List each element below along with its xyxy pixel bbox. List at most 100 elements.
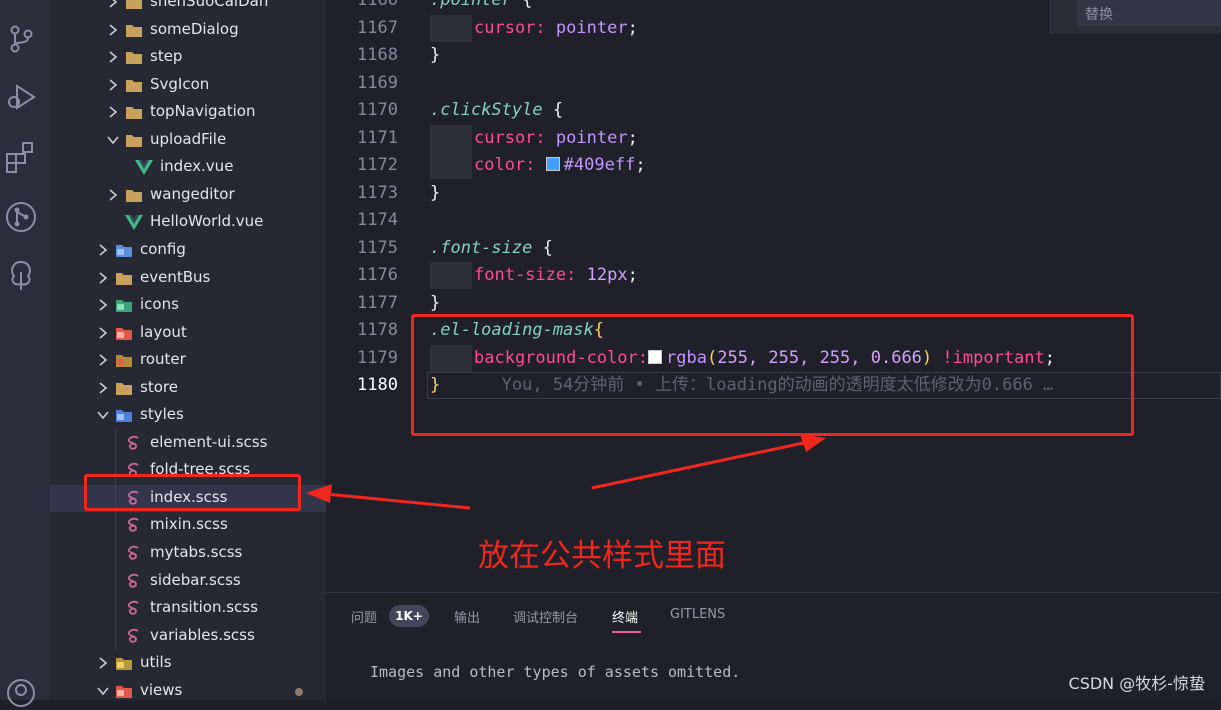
indent-marker [430, 14, 472, 42]
remote-tree-icon[interactable] [4, 258, 38, 292]
chevron-right-icon[interactable] [97, 271, 109, 284]
source-control-icon[interactable] [4, 22, 38, 56]
code-editor[interactable]: 1166 .pointer {1167 cursor: pointer; 1168} 1… [326, 0, 1221, 592]
code-token: pointer [555, 127, 628, 148]
code-token: #409eff [563, 155, 636, 176]
code-token: pointer [555, 17, 628, 38]
chevron-down-icon[interactable] [97, 685, 109, 697]
tree-item-label: step [150, 47, 183, 66]
chevron-right-icon[interactable] [107, 23, 119, 36]
chevron-right-icon[interactable] [97, 326, 109, 339]
folder-icon [116, 244, 132, 257]
tab-output[interactable]: 输出 [454, 607, 480, 626]
code-token: cursor [474, 127, 536, 148]
tree-item[interactable]: topNavigation [50, 99, 326, 126]
code-token: 12px [586, 265, 628, 286]
code-line[interactable]: 1175 .font-size { [326, 235, 1221, 262]
line-number: 1170 [357, 100, 398, 121]
tab-debug-console[interactable]: 调试控制台 [513, 607, 578, 626]
tree-item[interactable]: shenSuoCaiDan [50, 0, 326, 16]
code-token: } [430, 292, 441, 313]
explorer-panel: shenSuoCaiDan someDialog step SvgIcon topNav… [50, 0, 326, 700]
tree-item-label: views [140, 680, 183, 699]
code-text: cursor: pointer; [474, 125, 638, 152]
tab-gitlens[interactable]: GITLENS [670, 607, 725, 622]
line-number: 1166 [357, 0, 398, 10]
code-token: ; [635, 155, 646, 176]
code-line[interactable]: 1176 font-size: 12px; [326, 262, 1221, 290]
tree-item[interactable]: store [50, 375, 326, 402]
chevron-right-icon[interactable] [97, 382, 109, 394]
line-number: 1173 [357, 182, 398, 203]
chevron-right-icon[interactable] [107, 189, 119, 201]
code-line[interactable]: 1168} [326, 42, 1221, 69]
code-line[interactable]: 1174 [326, 207, 1221, 234]
tree-item[interactable]: utils [50, 650, 326, 677]
chevron-down-icon[interactable] [97, 409, 109, 421]
folder-icon [116, 658, 132, 671]
tree-item[interactable]: SvgIcon [50, 72, 326, 99]
tree-item[interactable]: index.vue [50, 154, 326, 181]
tree-item[interactable]: mytabs.scss [50, 540, 326, 567]
tree-item[interactable]: styles [50, 402, 326, 429]
indent-marker [430, 262, 472, 290]
color-swatch[interactable] [545, 157, 560, 172]
chevron-down-icon[interactable] [107, 134, 119, 146]
code-line[interactable]: 1171 cursor: pointer; [326, 124, 1221, 152]
tree-item-label: SvgIcon [150, 74, 210, 93]
code-token: } [430, 45, 441, 66]
replace-input[interactable]: 替换 [1077, 0, 1221, 26]
run-debug-icon[interactable] [4, 80, 38, 114]
tree-item[interactable]: router [50, 347, 326, 374]
code-text: } [430, 42, 440, 69]
code-token: color [474, 155, 526, 176]
chevron-right-icon[interactable] [97, 244, 109, 256]
account-icon[interactable] [4, 676, 38, 710]
chevron-right-icon[interactable] [107, 51, 119, 63]
vue-file-icon [135, 160, 153, 176]
tree-item-label: topNavigation [150, 102, 256, 121]
tree-item-label: layout [140, 322, 187, 341]
chevron-right-icon[interactable] [107, 106, 119, 118]
code-line[interactable]: 1170 .clickStyle { [326, 97, 1221, 124]
tree-item[interactable]: someDialog [50, 17, 326, 44]
code-line[interactable]: 1177} [326, 290, 1221, 317]
tree-item[interactable]: step [50, 44, 326, 71]
sass-file-icon [128, 545, 139, 560]
tree-item[interactable]: sidebar.scss [50, 568, 326, 595]
code-line[interactable]: 1172 color: #409eff; [326, 152, 1221, 180]
tree-item[interactable]: eventBus [50, 265, 326, 292]
tree-item[interactable]: mixin.scss [50, 512, 326, 539]
sass-file-icon [128, 573, 139, 588]
indent-guide [115, 428, 116, 650]
code-token: { [542, 100, 564, 121]
tree-item-label: element-ui.scss [150, 432, 268, 451]
code-token: .font-size [430, 237, 533, 258]
line-number: 1177 [357, 292, 398, 313]
tree-item[interactable]: icons [50, 292, 326, 319]
tab-problems[interactable]: 问题 [351, 607, 377, 626]
chevron-right-icon[interactable] [97, 354, 109, 366]
tree-item[interactable]: views [50, 678, 326, 700]
vue-file-icon [125, 215, 143, 231]
chevron-right-icon[interactable] [97, 657, 109, 669]
tab-terminal[interactable]: 终端 [612, 607, 638, 626]
tree-item[interactable]: config [50, 237, 326, 264]
chevron-right-icon[interactable] [107, 0, 119, 8]
tree-item[interactable]: element-ui.scss [50, 430, 326, 457]
tree-item[interactable]: wangeditor [50, 182, 326, 209]
folder-icon [116, 327, 132, 340]
chevron-right-icon[interactable] [107, 79, 119, 91]
tree-item[interactable]: variables.scss [50, 623, 326, 650]
git-graph-icon[interactable] [4, 200, 38, 234]
indent-marker [430, 152, 472, 180]
extensions-icon[interactable] [4, 140, 38, 174]
tree-item[interactable]: HelloWorld.vue [50, 209, 326, 236]
code-line[interactable]: 1169 [326, 70, 1221, 97]
sass-file-icon [128, 628, 139, 643]
chevron-right-icon[interactable] [97, 299, 109, 311]
tree-item[interactable]: uploadFile [50, 127, 326, 154]
tree-item[interactable]: layout [50, 320, 326, 347]
tree-item[interactable]: transition.scss [50, 595, 326, 622]
code-line[interactable]: 1173} [326, 180, 1221, 207]
